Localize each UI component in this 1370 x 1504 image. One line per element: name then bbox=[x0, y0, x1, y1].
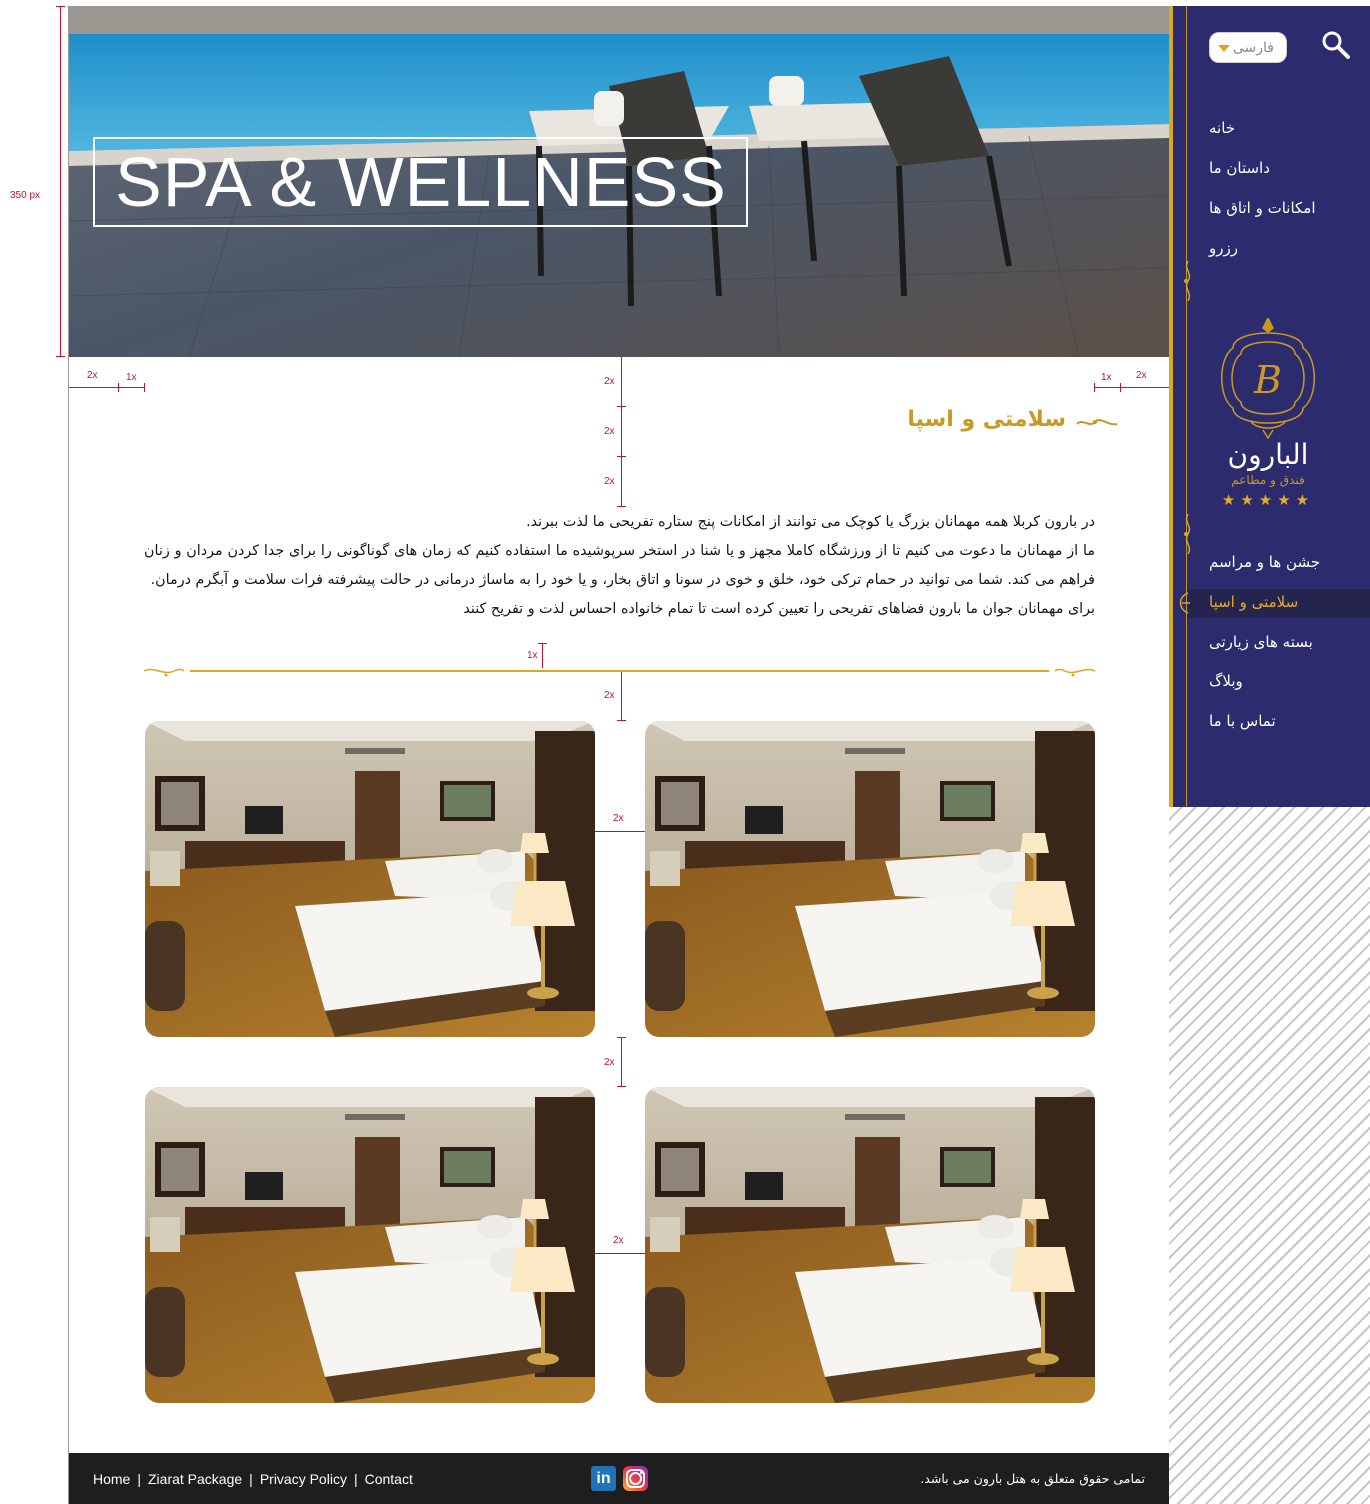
spec-margin-right-tick2 bbox=[1120, 383, 1121, 392]
logo-subtitle: فندق و مطاعم bbox=[1231, 473, 1304, 488]
footer-link-contact[interactable]: Contact bbox=[365, 1471, 413, 1487]
gallery-photo-1[interactable] bbox=[645, 721, 1095, 1037]
ornamental-divider bbox=[144, 668, 1095, 677]
nav-item-contact[interactable]: تماس با ما bbox=[1209, 706, 1369, 736]
spec-row-gap-tick-2 bbox=[617, 1086, 626, 1087]
spec-margin-right-1x: 1x bbox=[1101, 372, 1112, 383]
hotel-room-image bbox=[645, 1087, 1095, 1403]
spec-divider-1x: 1x bbox=[527, 650, 538, 661]
hotel-logo: B البارون فندق و مطاعم ★★★★★ bbox=[1221, 318, 1315, 508]
spec-margin-right-tick bbox=[1094, 383, 1095, 392]
hotel-room-image bbox=[145, 721, 595, 1037]
spec-gap-b: 2x bbox=[604, 426, 615, 437]
gallery-photo-4[interactable] bbox=[145, 1087, 595, 1403]
spec-margin-left-2x: 2x bbox=[87, 370, 98, 381]
spec-gallery-col-gap-2 bbox=[595, 1253, 645, 1254]
spec-hero-height: 350 px bbox=[10, 190, 41, 201]
spec-vtick-2 bbox=[617, 456, 626, 457]
hero-banner: SPA & WELLNESS bbox=[69, 6, 1169, 357]
footer-links: Home | Ziarat Package | Privacy Policy |… bbox=[93, 1453, 413, 1504]
spec-margin-left-1x: 1x bbox=[126, 372, 137, 383]
intro-paragraph-3: برای مهمانان جوان ما بارون فضاهای تفریحی… bbox=[463, 601, 1095, 617]
spec-col-gap-2x-2: 2x bbox=[613, 1235, 624, 1246]
flourish-ornament-bottom bbox=[1184, 514, 1191, 554]
spec-gallery-top-2x: 2x bbox=[604, 690, 615, 701]
spec-gallery-top-tick bbox=[617, 720, 626, 721]
nav-item-spa-wellness[interactable]: سلامتی و اسپا bbox=[1209, 587, 1369, 617]
spec-gap-a: 2x bbox=[604, 376, 615, 387]
spec-divider-gap-tick bbox=[538, 643, 547, 644]
nav-item-our-story[interactable]: داستان ما bbox=[1209, 153, 1369, 183]
hotel-room-image bbox=[645, 721, 1095, 1037]
spec-vtick-3 bbox=[617, 506, 626, 507]
spec-row-gap-2x: 2x bbox=[604, 1057, 615, 1068]
spec-margin-left-line bbox=[69, 387, 145, 388]
spec-gallery-col-gap-1 bbox=[595, 831, 645, 832]
spec-col-gap-2x-1: 2x bbox=[613, 813, 624, 824]
spec-margin-right-2x: 2x bbox=[1136, 370, 1147, 381]
spec-margin-right-line bbox=[1094, 387, 1169, 388]
linkedin-icon[interactable]: in bbox=[591, 1466, 616, 1491]
copyright-text: تمامی حقوق متعلق به هتل بارون می باشد. bbox=[920, 1471, 1145, 1486]
logo-letter: B bbox=[1253, 358, 1282, 402]
spec-row-gap-tick-1 bbox=[617, 1037, 626, 1038]
logo-name: البارون bbox=[1228, 438, 1309, 471]
footer-separator: | bbox=[137, 1470, 141, 1487]
footer-link-ziarat-package[interactable]: Ziarat Package bbox=[148, 1471, 242, 1487]
hero-title-box: SPA & WELLNESS bbox=[93, 137, 748, 227]
spec-margin-left-tick2 bbox=[144, 383, 145, 392]
logo-stars: ★★★★★ bbox=[1222, 491, 1314, 508]
footer-link-home[interactable]: Home bbox=[93, 1471, 130, 1487]
search-icon[interactable] bbox=[1321, 30, 1351, 60]
hotel-room-image bbox=[145, 1087, 595, 1403]
flourish-ornament-top bbox=[1184, 261, 1191, 301]
gallery-photo-3[interactable] bbox=[645, 1087, 1095, 1403]
intro-paragraph-2: ما از مهمانان ما دعوت می کنیم تا از ورزش… bbox=[144, 543, 1095, 588]
nav-item-ziarat-packages[interactable]: بسته های زیارتی bbox=[1209, 627, 1369, 657]
spec-gap-c: 2x bbox=[604, 476, 615, 487]
spec-gallery-row-gap bbox=[621, 1037, 622, 1087]
hero-title: SPA & WELLNESS bbox=[115, 143, 727, 221]
spec-height-tick-bottom bbox=[56, 356, 65, 357]
nav-item-blog[interactable]: وبلاگ bbox=[1209, 666, 1369, 696]
instagram-icon[interactable] bbox=[623, 1466, 648, 1491]
spec-height-tick-top bbox=[56, 6, 65, 7]
footer-separator: | bbox=[353, 1470, 358, 1487]
spec-margin-left-tick bbox=[118, 383, 119, 392]
nav-item-celebrations[interactable]: جشن ها و مراسم bbox=[1209, 547, 1369, 577]
nav-item-facilities-rooms[interactable]: امکانات و اتاق ها bbox=[1209, 193, 1369, 223]
gallery-photo-2[interactable] bbox=[145, 721, 595, 1037]
spec-vertical-line-top bbox=[621, 357, 622, 507]
footer-link-privacy-policy[interactable]: Privacy Policy bbox=[260, 1471, 347, 1487]
sidebar-gold-line bbox=[1186, 6, 1187, 807]
spec-vtick-1 bbox=[617, 406, 626, 407]
nav-item-home[interactable]: خانه bbox=[1209, 113, 1369, 143]
intro-paragraph-1: در بارون کربلا همه مهمانان بزرگ یا کوچک … bbox=[526, 514, 1095, 530]
active-marker-icon bbox=[1179, 592, 1190, 614]
nav-item-reservation[interactable]: رزرو bbox=[1209, 233, 1369, 263]
footer: Home | Ziarat Package | Privacy Policy |… bbox=[69, 1453, 1169, 1504]
chevron-down-icon bbox=[1218, 45, 1230, 52]
footer-separator: | bbox=[249, 1470, 253, 1487]
heading-ornament-icon bbox=[1076, 419, 1118, 426]
striped-background bbox=[1169, 807, 1370, 1504]
language-select-value: فارسی bbox=[1232, 39, 1274, 56]
spec-height-line bbox=[60, 6, 61, 357]
language-select[interactable]: فارسی bbox=[1209, 32, 1287, 63]
section-heading: سلامتی و اسپا bbox=[907, 407, 1066, 432]
intro-text: در بارون کربلا همه مهمانان بزرگ یا کوچک … bbox=[144, 508, 1095, 624]
sidebar: فارسی خانه داستان ما امکانات و اتاق ها ر… bbox=[1169, 6, 1370, 807]
